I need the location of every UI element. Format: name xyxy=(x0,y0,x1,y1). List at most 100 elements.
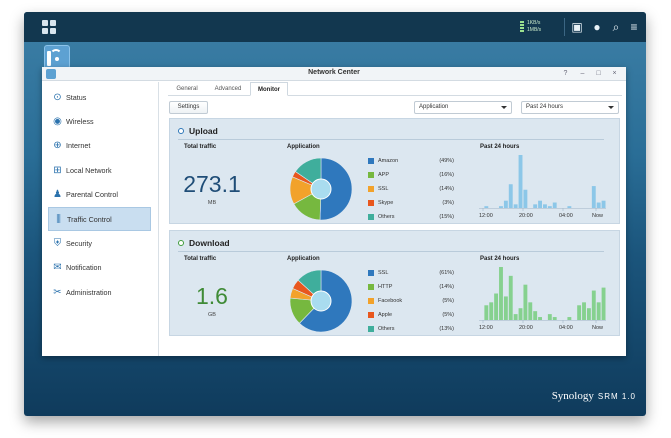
legend-swatch xyxy=(368,186,374,192)
tab-advanced[interactable]: Advanced xyxy=(208,82,248,96)
legend-item: Apple (5%) xyxy=(368,310,454,320)
histogram-bar xyxy=(582,302,586,320)
chevron-down-icon xyxy=(501,106,507,109)
histogram-bar xyxy=(503,200,508,208)
sidebar-item-internet[interactable]: ⊕ Internet xyxy=(48,134,151,158)
histogram-bar xyxy=(543,204,547,208)
legend-percent: (61%) xyxy=(439,270,454,276)
search-icon[interactable]: ⌕ xyxy=(609,20,623,34)
legend-swatch xyxy=(368,270,374,276)
legend-swatch xyxy=(368,214,374,220)
sidebar-item-label: Wireless xyxy=(66,117,94,126)
taskbar-divider xyxy=(564,18,565,36)
histogram-tick-label: Now xyxy=(592,213,603,219)
legend-percent: (5%) xyxy=(442,298,454,304)
chat-icon[interactable]: ▣ xyxy=(570,20,584,34)
network-speed-indicator: 1KB/s 1MB/s xyxy=(520,20,542,34)
internet-icon: ⊕ xyxy=(53,140,62,151)
histogram-bar xyxy=(489,302,494,320)
histogram-bar xyxy=(523,284,528,320)
legend-name: HTTP xyxy=(378,284,393,290)
histogram-bar xyxy=(528,302,533,320)
sidebar-item-label: Status xyxy=(66,93,87,102)
wireless-icon: ◉ xyxy=(53,116,62,127)
legend-item: Others (13%) xyxy=(368,324,454,334)
chevron-down-icon xyxy=(608,106,614,109)
close-button[interactable]: × xyxy=(610,69,619,79)
histogram-bar xyxy=(518,308,523,320)
histogram-bar xyxy=(533,204,538,208)
tab-general[interactable]: General xyxy=(168,82,206,96)
legend-name: Others xyxy=(378,326,395,332)
histogram-bar xyxy=(499,206,503,208)
histogram-bar xyxy=(601,200,606,208)
upload-traffic-histogram: 12:00 20:00 04:00 Now xyxy=(479,155,606,219)
total-traffic-value: 1.6 xyxy=(196,283,228,309)
parental-control-icon: ♟ xyxy=(53,189,62,200)
sidebar-item-label: Internet xyxy=(66,141,91,150)
histogram-bar xyxy=(499,267,503,320)
upload-pie-chart xyxy=(288,156,354,222)
sidebar-item-traffic-control[interactable]: ⫼ Traffic Control xyxy=(48,207,151,231)
total-traffic-value: 273.1 xyxy=(183,171,241,197)
histogram-bar xyxy=(591,186,596,208)
histogram-bar xyxy=(567,206,572,208)
histogram-bar xyxy=(586,308,591,320)
legend-percent: (49%) xyxy=(439,158,454,164)
sidebar-item-parental-control[interactable]: ♟ Parental Control xyxy=(48,183,151,207)
legend-item: Others (15%) xyxy=(368,212,454,222)
legend-name: SSL xyxy=(378,270,389,276)
legend-percent: (15%) xyxy=(439,214,454,220)
histogram-bar xyxy=(533,311,538,320)
histogram-bar xyxy=(547,206,552,208)
histogram-bar xyxy=(552,202,557,208)
brand-logo: Synology SRM 1.0 xyxy=(552,390,636,402)
download-traffic-histogram: 12:00 20:00 04:00 Now xyxy=(479,267,606,331)
histogram-bar xyxy=(596,202,601,208)
main-menu-icon[interactable] xyxy=(42,20,56,34)
histogram-bar xyxy=(523,189,528,208)
settings-button[interactable]: Settings xyxy=(169,101,208,114)
user-icon[interactable]: ● xyxy=(590,20,604,34)
maximize-button[interactable]: □ xyxy=(594,69,603,79)
histogram-bar xyxy=(601,287,606,320)
legend-swatch xyxy=(368,172,374,178)
legend-percent: (5%) xyxy=(442,312,454,318)
legend-item: APP (16%) xyxy=(368,170,454,180)
histogram-bar xyxy=(577,305,582,320)
help-button[interactable]: ? xyxy=(561,69,570,79)
sidebar-item-wireless[interactable]: ◉ Wireless xyxy=(48,110,151,134)
download-panel: Download Total traffic Application Past … xyxy=(169,230,620,336)
tab-monitor[interactable]: Monitor xyxy=(250,82,288,96)
widgets-icon[interactable]: ≡ xyxy=(627,20,641,34)
histogram-bar xyxy=(538,317,542,320)
sidebar-item-local-network[interactable]: ⊞ Local Network xyxy=(48,159,151,183)
tab-bar: General Advanced Monitor xyxy=(168,82,622,96)
local-network-icon: ⊞ xyxy=(53,165,62,176)
minimize-button[interactable]: – xyxy=(578,69,587,79)
status-icon: ⊙ xyxy=(53,92,62,103)
network-center-desktop-icon[interactable] xyxy=(44,45,70,69)
legend-percent: (14%) xyxy=(439,186,454,192)
past-24-hours-label: Past 24 hours xyxy=(480,256,520,262)
past-24-hours-label: Past 24 hours xyxy=(480,144,520,150)
legend-name: Others xyxy=(378,214,395,220)
window-titlebar[interactable]: Network Center ? – □ × xyxy=(42,67,626,81)
sidebar-item-label: Security xyxy=(66,239,92,248)
sidebar-item-notification[interactable]: ✉ Notification xyxy=(48,256,151,280)
sidebar-item-administration[interactable]: ✂ Administration xyxy=(48,281,151,305)
speed-down: 1MB/s xyxy=(527,27,542,33)
histogram-tick-label: 20:00 xyxy=(519,325,533,331)
upload-panel: Upload Total traffic Application Past 24… xyxy=(169,118,620,224)
range-select[interactable]: Past 24 hours xyxy=(521,101,619,114)
sidebar-item-status[interactable]: ⊙ Status xyxy=(48,86,151,110)
histogram-bar xyxy=(508,184,513,208)
legend-item: HTTP (14%) xyxy=(368,282,454,292)
download-title: Download xyxy=(189,238,230,248)
sidebar-item-label: Traffic Control xyxy=(67,215,112,224)
legend-name: SSL xyxy=(378,186,389,192)
sidebar-item-security[interactable]: ⛨ Security xyxy=(48,232,151,256)
histogram-bar xyxy=(596,302,601,320)
legend-name: Facebook xyxy=(378,298,403,304)
filter-select[interactable]: Application xyxy=(414,101,512,114)
